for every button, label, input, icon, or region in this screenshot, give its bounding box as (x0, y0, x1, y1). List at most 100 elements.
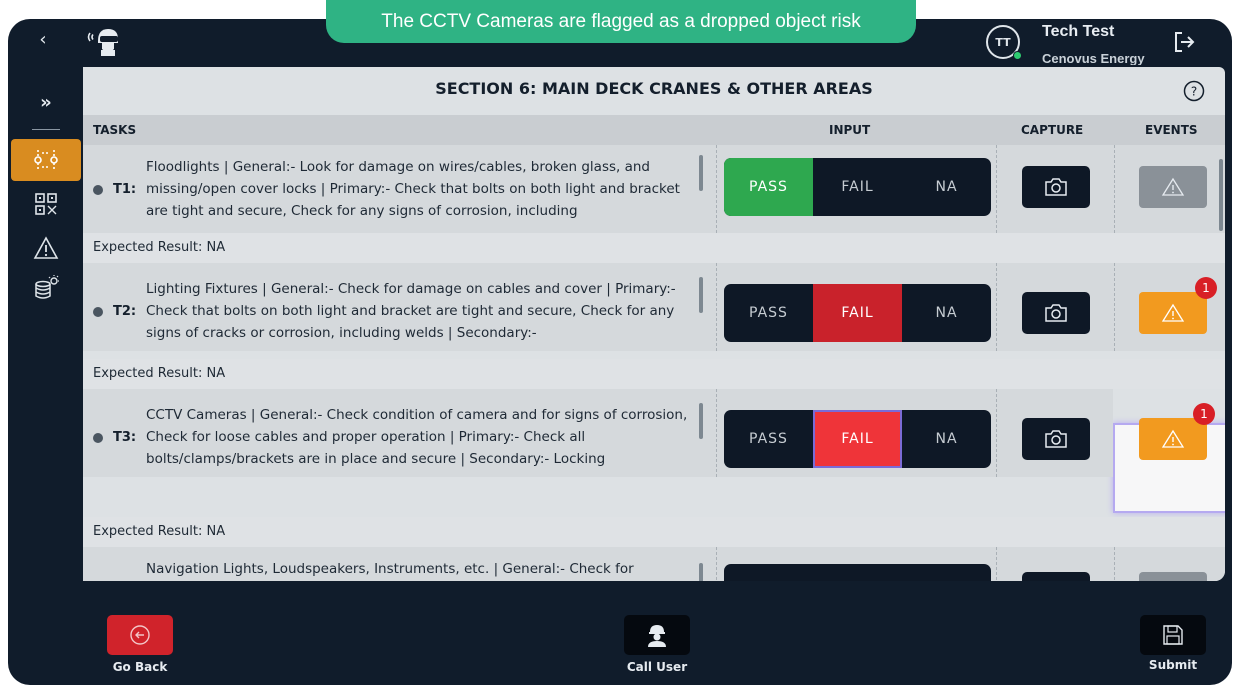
fail-option[interactable]: FAIL (813, 564, 902, 581)
na-option[interactable]: NA (902, 564, 991, 581)
expand-sidebar-icon[interactable]: » (30, 92, 62, 113)
input-selector: PASS FAIL NA (724, 158, 991, 216)
capture-button[interactable] (1022, 418, 1090, 460)
na-option[interactable]: NA (902, 284, 991, 342)
task-description: CCTV Cameras | General:- Check condition… (146, 407, 688, 467)
capture-button[interactable] (1022, 572, 1090, 581)
divider (996, 263, 997, 351)
submit-button[interactable] (1140, 615, 1206, 655)
camera-icon (1045, 178, 1067, 196)
task-description: Lighting Fixtures | General:- Check for … (146, 281, 676, 341)
task-id: T1: (113, 182, 137, 197)
pass-option[interactable]: PASS (724, 410, 813, 468)
divider (996, 145, 997, 233)
header-tasks: TASKS (93, 123, 137, 137)
header-capture: CAPTURE (1021, 123, 1084, 137)
divider (716, 389, 717, 477)
table-row: T4: Navigation Lights, Loudspeakers, Ins… (83, 547, 1225, 581)
camera-icon (1045, 304, 1067, 322)
na-option[interactable]: NA (902, 410, 991, 468)
go-back-label: Go Back (112, 660, 168, 674)
online-status-dot (1013, 51, 1022, 60)
pass-option[interactable]: PASS (724, 284, 813, 342)
pass-option[interactable]: PASS (724, 158, 813, 216)
fail-option[interactable]: FAIL (813, 284, 902, 342)
ideas-database-icon (34, 275, 59, 299)
table-row: T1: Floodlights | General:- Look for dam… (83, 145, 1225, 233)
table-header: TASKS INPUT CAPTURE EVENTS (83, 115, 1225, 145)
checklist-panel: SECTION 6: MAIN DECK CRANES & OTHER AREA… (83, 67, 1225, 581)
logout-icon[interactable] (1171, 29, 1197, 55)
na-option[interactable]: NA (902, 158, 991, 216)
call-user-label: Call User (626, 660, 688, 674)
divider (1114, 547, 1115, 581)
row-bullet (93, 433, 103, 443)
event-count-badge: 1 (1193, 403, 1215, 425)
avatar-initials: TT (995, 35, 1011, 49)
expected-result: Expected Result: NA (93, 366, 226, 381)
description-scrollbar[interactable] (699, 563, 703, 581)
input-selector: PASS FAIL NA (724, 564, 991, 581)
task-description: Navigation Lights, Loudspeakers, Instrum… (146, 561, 634, 577)
warning-icon (1161, 177, 1185, 196)
expected-result: Expected Result: NA (93, 524, 226, 539)
divider (716, 263, 717, 351)
fail-option[interactable]: FAIL (813, 158, 902, 216)
event-button[interactable] (1139, 418, 1207, 460)
sidebar-item-warning[interactable] (8, 227, 83, 269)
footer: Go Back Call User Submit (83, 581, 1232, 685)
task-id: T3: (113, 430, 137, 445)
row-bullet (93, 307, 103, 317)
event-button[interactable] (1139, 166, 1207, 208)
header-input: INPUT (829, 123, 871, 137)
capture-button[interactable] (1022, 292, 1090, 334)
submit-label: Submit (1148, 658, 1198, 672)
input-selector: PASS FAIL NA (724, 410, 991, 468)
organization-name: Cenovus Energy (1042, 51, 1145, 65)
help-icon[interactable]: ? (1183, 80, 1205, 102)
event-button[interactable] (1139, 292, 1207, 334)
table-row: T3: CCTV Cameras | General:- Check condi… (83, 389, 1225, 477)
pass-option[interactable]: PASS (724, 564, 813, 581)
warning-icon (1161, 303, 1185, 322)
app-frame: ‹ TT Tech Test Cenovus Energy » SECTION … (8, 19, 1232, 685)
camera-icon (1045, 430, 1067, 448)
arrow-left-circle-icon (130, 625, 150, 645)
table-row: T2: Lighting Fixtures | General:- Check … (83, 263, 1225, 351)
table-scrollbar[interactable] (1219, 159, 1223, 231)
toast-notification: The CCTV Cameras are flagged as a droppe… (326, 0, 916, 43)
divider (996, 547, 997, 581)
event-button[interactable] (1139, 572, 1207, 581)
description-scrollbar[interactable] (699, 403, 703, 439)
chevron-left-icon[interactable]: ‹ (33, 29, 53, 50)
event-count-badge: 1 (1195, 277, 1217, 299)
go-back-button[interactable] (107, 615, 173, 655)
description-scrollbar[interactable] (699, 155, 703, 191)
section-title: SECTION 6: MAIN DECK CRANES & OTHER AREA… (435, 79, 873, 98)
divider (716, 145, 717, 233)
header-events: EVENTS (1145, 123, 1198, 137)
divider (1114, 145, 1115, 233)
expected-result-row: Expected Result: NA (83, 517, 1225, 547)
divider (1114, 263, 1115, 351)
save-icon (1163, 625, 1183, 645)
user-name: Tech Test (1042, 23, 1115, 40)
sidebar-item-ideas[interactable] (8, 267, 83, 309)
task-description: Floodlights | General:- Look for damage … (146, 159, 680, 219)
workflow-icon (34, 150, 58, 170)
app-logo-icon (87, 29, 118, 56)
expected-result-row: Expected Result: NA (83, 233, 1225, 263)
expected-result-row: Expected Result: NA (83, 359, 1225, 389)
sidebar: » (8, 67, 83, 685)
task-id: T2: (113, 304, 137, 319)
description-scrollbar[interactable] (699, 277, 703, 313)
svg-text:?: ? (1191, 85, 1197, 99)
qr-code-icon (34, 193, 57, 215)
capture-button[interactable] (1022, 166, 1090, 208)
sidebar-divider (32, 129, 60, 130)
call-user-button[interactable] (624, 615, 690, 655)
sidebar-item-qr-code[interactable] (8, 183, 83, 225)
row-bullet (93, 185, 103, 195)
fail-option[interactable]: FAIL (813, 410, 902, 468)
sidebar-item-workflow[interactable] (11, 139, 81, 181)
